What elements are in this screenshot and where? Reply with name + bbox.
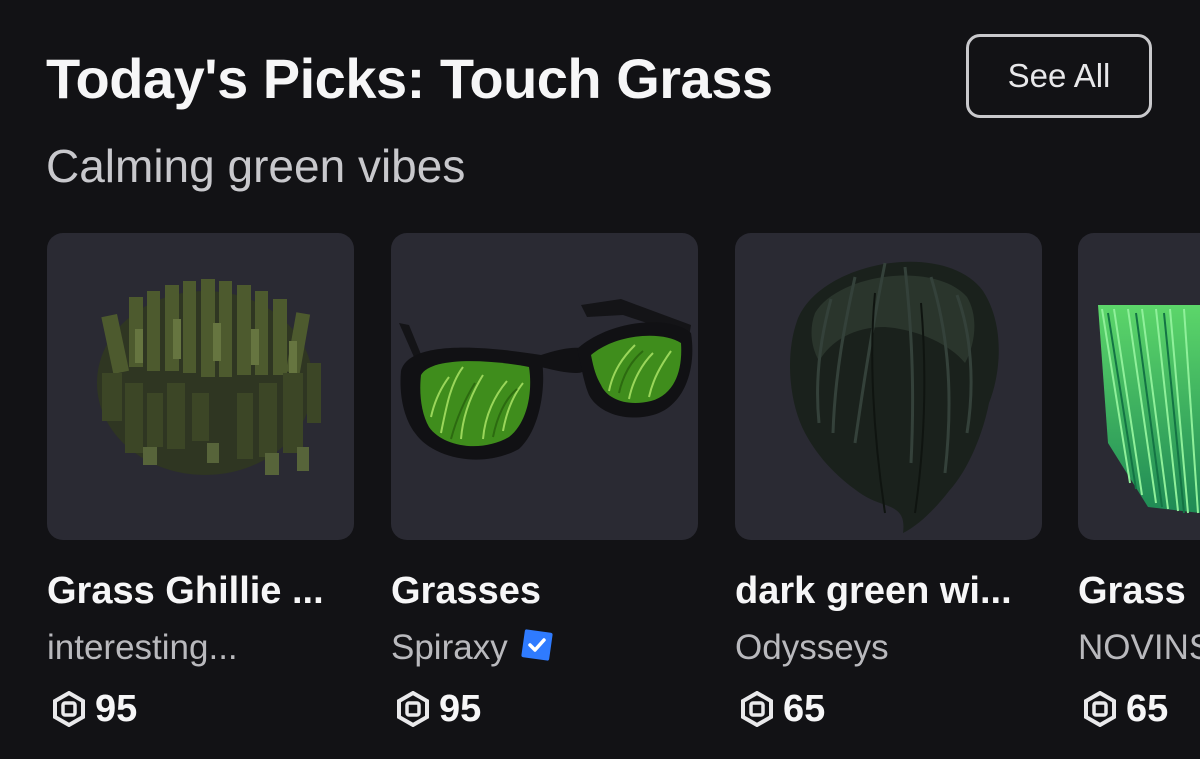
item-creator[interactable]: Spiraxy (391, 625, 508, 671)
item-price: 65 (1126, 688, 1169, 730)
item-card[interactable]: dark green wi... Odysseys 65 (735, 233, 1042, 733)
todays-picks-section: Today's Picks: Touch Grass See All Calmi… (0, 0, 1200, 759)
grass-ghillie-hair-icon (97, 279, 321, 475)
robux-icon (53, 691, 85, 727)
item-creator[interactable]: NOVINS (1078, 625, 1200, 671)
creator-row: interesting... (47, 625, 238, 671)
price-row: 95 (51, 685, 137, 733)
item-price: 95 (439, 688, 482, 730)
item-price: 65 (783, 688, 826, 730)
price-row: 65 (739, 685, 825, 733)
item-thumbnail[interactable] (1078, 233, 1200, 540)
item-name[interactable]: Grass Ghillie ... (47, 568, 324, 614)
item-thumbnail[interactable] (391, 233, 698, 540)
item-creator[interactable]: interesting... (47, 625, 238, 671)
green-grass-hair-icon (1098, 305, 1200, 514)
item-card[interactable]: Grasses Spiraxy 95 (391, 233, 698, 733)
item-price: 95 (95, 688, 138, 730)
item-name[interactable]: Grasses (391, 568, 541, 614)
item-thumbnail[interactable] (735, 233, 1042, 540)
robux-icon (397, 691, 429, 727)
grass-sunglasses-icon (399, 299, 693, 460)
item-thumbnail[interactable] (47, 233, 354, 540)
item-creator[interactable]: Odysseys (735, 625, 889, 671)
item-name[interactable]: Grass (1078, 568, 1186, 614)
item-card[interactable]: Grass NOVINS 65 (1078, 233, 1200, 733)
creator-row: Spiraxy (391, 625, 554, 671)
creator-row: Odysseys (735, 625, 889, 671)
item-name[interactable]: dark green wi... (735, 568, 1012, 614)
see-all-button[interactable]: See All (966, 34, 1152, 118)
price-row: 65 (1082, 685, 1168, 733)
section-title: Today's Picks: Touch Grass (46, 47, 773, 110)
item-card[interactable]: Grass Ghillie ... interesting... 95 (47, 233, 354, 733)
creator-row: NOVINS (1078, 625, 1200, 671)
robux-icon (1084, 691, 1116, 727)
robux-icon (741, 691, 773, 727)
price-row: 95 (395, 685, 481, 733)
item-carousel[interactable]: Grass Ghillie ... interesting... 95 Gras… (0, 233, 1200, 759)
verified-badge-icon (521, 629, 553, 661)
dark-green-hair-icon (790, 261, 999, 533)
section-subtitle: Calming green vibes (46, 140, 466, 192)
